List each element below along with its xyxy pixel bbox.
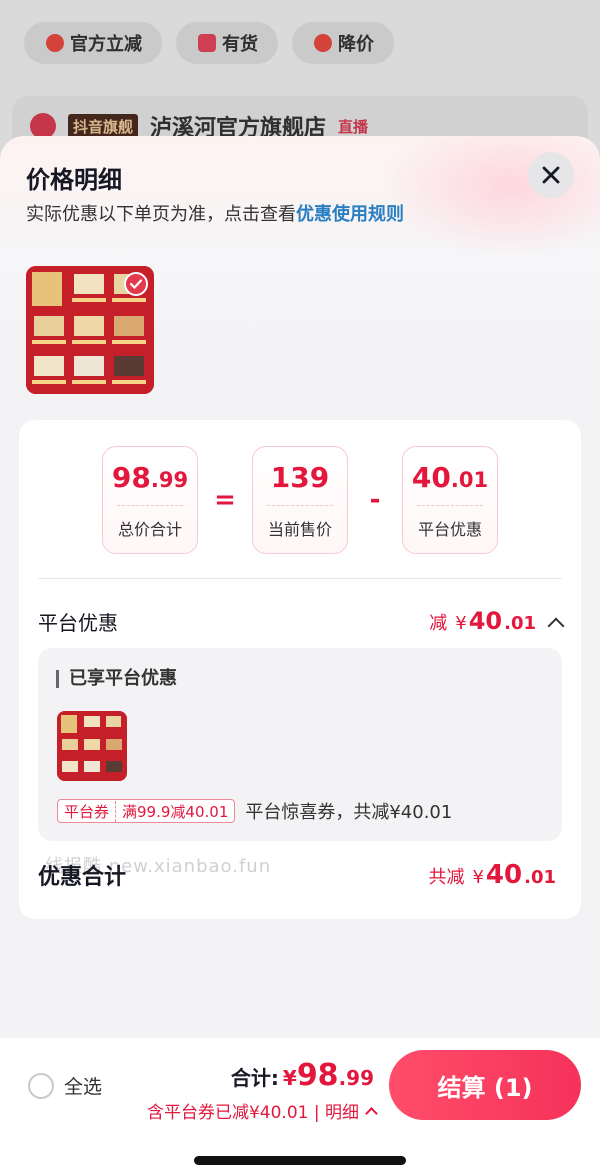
platform-discount-header[interactable]: 平台优惠 减 ¥ 40.01	[38, 606, 565, 636]
box-divider	[267, 505, 333, 506]
discount-total-row: 优惠合计 共减 ¥ 40.01	[38, 858, 556, 892]
currency-symbol: ¥	[455, 613, 467, 634]
platform-discount-title: 平台优惠	[38, 610, 118, 635]
platform-amount-int: 40	[468, 607, 503, 635]
product-selected-check-icon[interactable]	[124, 272, 148, 296]
price-equation: 98.99 总价合计 = 139 当前售价 - 40.01 平台优惠	[102, 446, 498, 554]
coupon-row: 平台券 满99.9减40.01 平台惊喜券，共减¥40.01	[57, 798, 452, 824]
chevron-up-icon[interactable]	[547, 617, 565, 635]
total-price-label: 总价合计	[117, 520, 182, 539]
current-price-int: 139	[270, 461, 330, 494]
total-price-box: 98.99 总价合计	[102, 446, 198, 554]
checkout-total-int: 98	[296, 1058, 339, 1093]
reduce-prefix: 减	[429, 613, 448, 634]
total-price-int: 98	[111, 461, 151, 494]
platform-discount-value: 40.01	[412, 461, 488, 497]
box-divider	[117, 505, 183, 506]
close-button[interactable]	[528, 152, 574, 198]
platform-discount-dec: .01	[450, 468, 489, 492]
chevron-up-icon	[365, 1107, 378, 1120]
sheet-title: 价格明细	[26, 166, 122, 194]
coupon-type: 平台券	[64, 802, 110, 821]
checkout-bar: 全选 合计: ¥ 98.99 含平台券已减¥40.01 | 明细 结算 (1)	[0, 1038, 600, 1175]
checkout-total: 合计: ¥ 98.99	[231, 1058, 374, 1093]
platform-discount-box: 40.01 平台优惠	[402, 446, 498, 554]
current-price-label: 当前售价	[267, 520, 332, 539]
total-price-dec: .99	[150, 468, 189, 492]
select-all-toggle[interactable]: 全选	[28, 1072, 102, 1099]
total-price-value: 98.99	[112, 461, 188, 497]
total-reduce-prefix: 共减	[428, 867, 465, 888]
product-thumbnail[interactable]	[26, 266, 154, 394]
checkout-button[interactable]: 结算 (1)	[389, 1050, 581, 1120]
card-divider	[38, 578, 562, 579]
platform-discount-label: 平台优惠	[417, 520, 482, 539]
select-all-radio[interactable]	[28, 1072, 54, 1099]
checkout-detail-text: 含平台券已减¥40.01 | 明细	[146, 1103, 359, 1123]
product-thumbnail-small	[57, 711, 127, 781]
checkout-total-label: 合计:	[230, 1066, 279, 1090]
enjoyed-discount-title: 已享平台优惠	[56, 670, 177, 688]
equals-sign: =	[214, 485, 236, 515]
discount-rules-link[interactable]: 优惠使用规则	[296, 204, 404, 225]
currency-symbol: ¥	[472, 867, 484, 888]
platform-discount-amount: 减 ¥ 40.01	[429, 607, 565, 635]
coupon-description: 平台惊喜券，共减¥40.01	[245, 802, 453, 823]
discount-total-int: 40	[485, 860, 523, 890]
current-price-value: 139	[271, 461, 329, 497]
home-indicator	[194, 1156, 406, 1165]
select-all-label: 全选	[64, 1076, 103, 1098]
discount-total-amount: 共减 ¥ 40.01	[428, 860, 556, 890]
price-detail-sheet: 价格明细 实际优惠以下单页为准，点击查看优惠使用规则 98 .99 总价合计 =…	[0, 136, 600, 1040]
sheet-subtitle: 实际优惠以下单页为准，点击查看优惠使用规则	[26, 200, 404, 226]
platform-discount-int: 40	[411, 461, 451, 494]
product-image-small	[57, 711, 127, 781]
price-breakdown-card: 98.99 总价合计 = 139 当前售价 - 40.01 平台优惠 平台优惠 …	[19, 420, 581, 919]
platform-coupon-tag: 平台券 满99.9减40.01	[57, 799, 236, 823]
sheet-glow	[380, 136, 600, 256]
checkout-currency: ¥	[282, 1066, 297, 1090]
discount-total-title: 优惠合计	[38, 865, 127, 890]
checkout-detail-link[interactable]: 含平台券已减¥40.01 | 明细	[146, 1098, 378, 1123]
current-price-box: 139 当前售价	[252, 446, 348, 554]
platform-discount-details: 已享平台优惠 平台券 满99.9减40.01 平台惊喜券，共减¥40.01	[38, 648, 562, 841]
close-icon	[542, 166, 560, 184]
box-divider	[417, 505, 483, 506]
minus-sign: -	[369, 485, 381, 515]
discount-total-dec: .01	[524, 867, 556, 888]
subtitle-text: 实际优惠以下单页为准，点击查看	[26, 204, 296, 225]
platform-amount-dec: .01	[504, 613, 536, 634]
checkout-total-dec: .99	[338, 1066, 374, 1090]
coupon-rule: 满99.9减40.01	[115, 800, 234, 822]
